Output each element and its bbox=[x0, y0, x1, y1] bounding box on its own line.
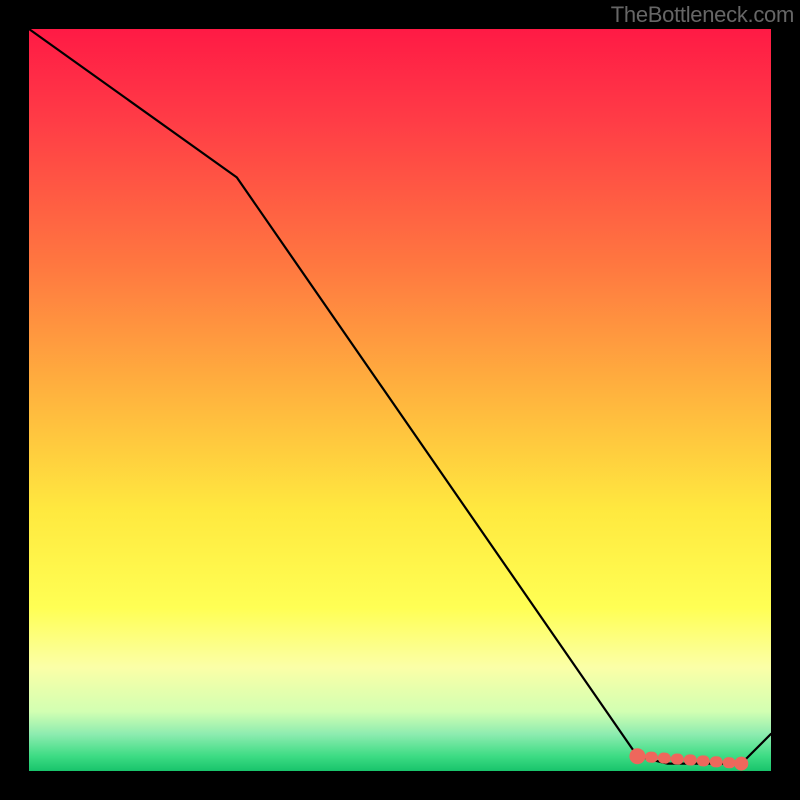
marker-end bbox=[734, 757, 748, 771]
curve-path bbox=[29, 29, 771, 764]
valley-segment bbox=[637, 756, 741, 763]
chart-svg bbox=[29, 29, 771, 771]
chart-frame: TheBottleneck.com bbox=[0, 0, 800, 800]
watermark-text: TheBottleneck.com bbox=[611, 2, 794, 28]
marker-start bbox=[629, 748, 645, 764]
